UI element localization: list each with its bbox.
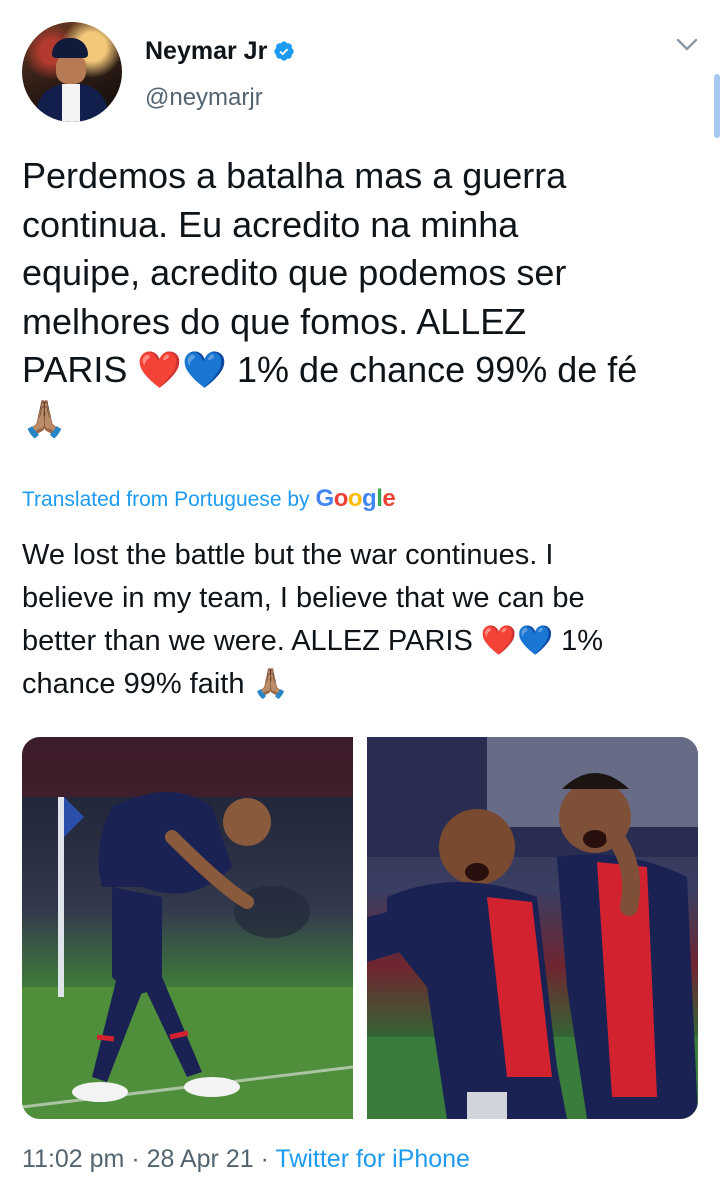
- author-name-row[interactable]: Neymar Jr: [145, 36, 295, 66]
- photo-players-celebrating[interactable]: [367, 737, 698, 1119]
- photo-player-bowing-illustration: [22, 737, 353, 1119]
- google-logo: Google: [315, 485, 396, 512]
- photo-player-bowing[interactable]: [22, 737, 353, 1119]
- scrollbar[interactable]: [714, 74, 720, 138]
- tweet-time: 11:02 pm: [22, 1145, 125, 1173]
- tweet-header: Neymar Jr @neymarjr: [22, 22, 698, 122]
- tweet-date: 28 Apr 21: [146, 1145, 254, 1173]
- avatar[interactable]: [22, 22, 122, 122]
- meta-separator: ·: [124, 1145, 147, 1173]
- author-display-name[interactable]: Neymar Jr: [145, 37, 267, 66]
- verified-badge-icon: [274, 41, 294, 61]
- chevron-down-icon[interactable]: [676, 38, 698, 52]
- tweet-metadata: 11:02 pm · 28 Apr 21 · Twitter for iPhon…: [22, 1145, 470, 1174]
- tweet-source-link[interactable]: Twitter for iPhone: [275, 1145, 470, 1173]
- tweet-text: Perdemos a batalha mas a guerra continua…: [22, 155, 638, 439]
- tweet-media: [22, 737, 698, 1119]
- meta-separator: ·: [253, 1145, 276, 1173]
- author-handle[interactable]: @neymarjr: [145, 84, 263, 112]
- translated-tweet-text: We lost the battle but the war continues…: [22, 539, 604, 700]
- photo-players-celebrating-illustration: [367, 737, 698, 1119]
- translation-attribution[interactable]: Translated from Portuguese by Google: [22, 485, 396, 513]
- translated-label[interactable]: Translated from Portuguese by: [22, 488, 310, 512]
